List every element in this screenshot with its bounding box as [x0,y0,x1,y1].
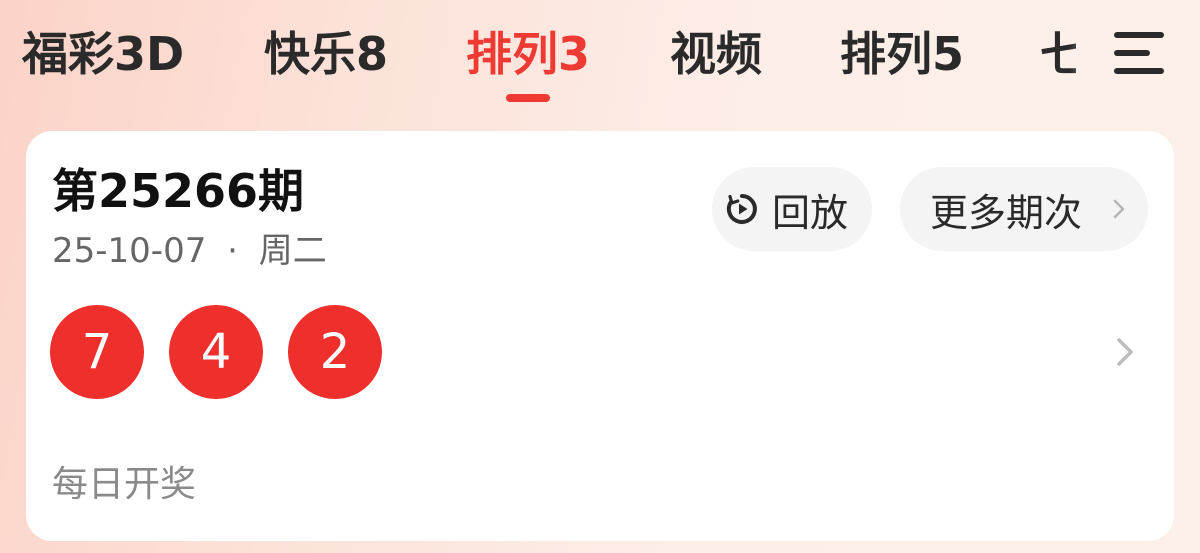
draw-date-line: 25-10-07 · 周二 [52,223,327,272]
lottery-tab-bar: 福彩3D 快乐8 排列3 视频 排列5 七 [0,0,1200,110]
tab-pailie-3[interactable]: 排列3 [466,22,591,102]
date-separator: · [227,231,238,271]
draw-result-card[interactable]: 第25266期 25-10-07 · 周二 回放 更多期次 7 4 2 每日开奖 [26,131,1174,541]
more-issues-label: 更多期次 [930,190,1083,235]
tab-kuaile-8[interactable]: 快乐8 [264,22,388,86]
tab-video[interactable]: 视频 [670,22,762,86]
menu-icon[interactable] [1110,26,1166,82]
issue-number: 第25266期 [52,164,305,218]
number-ball: 4 [169,305,263,399]
number-ball: 2 [288,305,382,399]
draw-schedule: 每日开奖 [52,464,197,505]
chevron-right-icon [1113,199,1125,219]
tab-fucai-3d[interactable]: 福彩3D [22,22,184,86]
replay-button[interactable]: 回放 [712,167,872,251]
tab-overflow-fade [1070,10,1110,100]
replay-play-icon [726,194,757,224]
tab-pailie-5[interactable]: 排列5 [840,22,964,86]
number-ball: 7 [50,305,144,399]
replay-label: 回放 [772,190,849,235]
draw-date: 25-10-07 [52,231,207,271]
tab-pailie-3-label: 排列3 [466,27,591,81]
draw-weekday: 周二 [258,231,327,271]
more-issues-button[interactable]: 更多期次 [900,167,1148,251]
active-tab-indicator [506,94,550,102]
chevron-right-icon[interactable] [1110,327,1140,377]
